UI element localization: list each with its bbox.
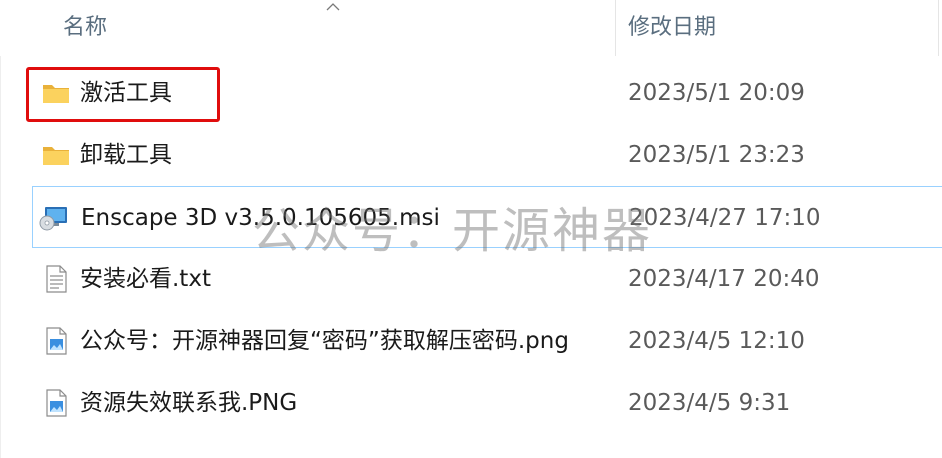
file-row-uninstall-tool[interactable]: 卸载工具 2023/5/1 23:23 — [32, 124, 942, 186]
file-date: 2023/5/1 23:23 — [628, 142, 805, 168]
file-name: 卸载工具 — [80, 142, 172, 168]
file-date: 2023/5/1 20:09 — [628, 80, 805, 106]
column-name-header[interactable]: 名称 — [63, 10, 107, 46]
file-row-enscape-msi[interactable]: Enscape 3D v3.5.0.105605.msi 2023/4/27 1… — [32, 186, 942, 248]
file-name: 激活工具 — [80, 80, 172, 106]
column-date-header[interactable]: 修改日期 — [628, 10, 716, 46]
file-date: 2023/4/27 17:10 — [629, 205, 821, 231]
file-name: 公众号：开源神器回复“密码”获取解压密码.png — [80, 328, 569, 354]
file-date: 2023/4/5 12:10 — [628, 328, 805, 354]
file-name: 安装必看.txt — [80, 266, 211, 292]
installer-icon — [39, 207, 67, 231]
file-name: Enscape 3D v3.5.0.105605.msi — [81, 205, 440, 231]
folder-icon — [43, 85, 69, 103]
text-file-icon — [46, 265, 67, 293]
column-divider[interactable] — [615, 0, 616, 56]
image-file-icon — [46, 389, 67, 417]
file-row-contact-png[interactable]: 资源失效联系我.PNG 2023/4/5 9:31 — [32, 372, 942, 434]
column-header: 名称 修改日期 — [0, 0, 942, 56]
file-date: 2023/4/17 20:40 — [628, 266, 820, 292]
column-divider[interactable] — [938, 0, 939, 56]
chevron-up-icon[interactable] — [326, 2, 340, 12]
file-row-activation-tool[interactable]: 激活工具 2023/5/1 20:09 — [32, 62, 942, 124]
image-file-icon — [46, 327, 67, 355]
left-edge-divider — [0, 0, 1, 458]
file-date: 2023/4/5 9:31 — [628, 390, 791, 416]
file-name: 资源失效联系我.PNG — [80, 390, 298, 416]
folder-icon — [43, 147, 69, 165]
file-row-password-png[interactable]: 公众号：开源神器回复“密码”获取解压密码.png 2023/4/5 12:10 — [32, 310, 942, 372]
file-row-install-readme[interactable]: 安装必看.txt 2023/4/17 20:40 — [32, 248, 942, 310]
